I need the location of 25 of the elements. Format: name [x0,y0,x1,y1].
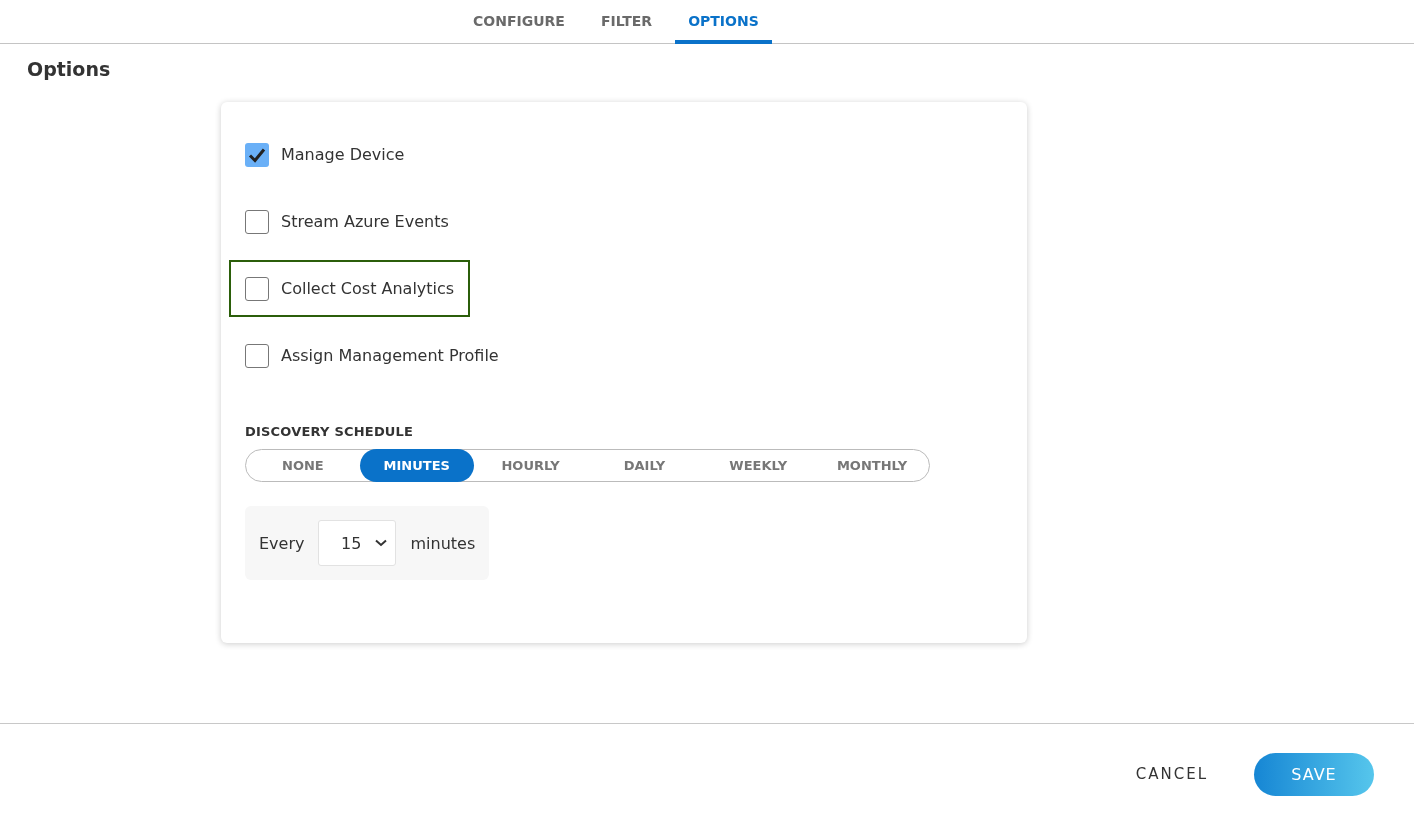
checkbox[interactable] [245,209,269,234]
schedule-option[interactable]: NONE [246,449,360,482]
tab[interactable]: FILTER [587,0,666,44]
checkbox[interactable] [245,276,269,301]
option-row[interactable]: Assign Management Profile [229,327,515,384]
schedule-option[interactable]: WEEKLY [701,449,816,482]
schedule-option[interactable]: DAILY [587,449,702,482]
cancel-button[interactable]: CANCEL [1129,764,1214,784]
interval-unit: minutes [410,533,476,553]
interval-dropdown[interactable]: 15 [318,520,397,566]
tab[interactable]: CONFIGURE [460,0,578,44]
option-row[interactable]: Manage Device [229,126,421,183]
chevron-down-icon [375,539,388,547]
schedule-option[interactable]: HOURLY [473,449,588,482]
checkbox[interactable] [245,343,269,368]
focused-option-row[interactable]: Collect Cost Analytics [229,260,471,317]
section-label: DISCOVERY SCHEDULE [245,424,415,439]
interval-prefix: Every [259,533,305,553]
schedule-option[interactable]: MINUTES [359,449,474,482]
schedule-option[interactable]: MONTHLY [815,449,929,482]
checkbox[interactable] [245,142,269,167]
tab[interactable]: OPTIONS [675,0,772,44]
option-row[interactable]: Stream Azure Events [229,193,465,250]
page-heading: Options [27,58,112,80]
check-icon [248,146,266,163]
